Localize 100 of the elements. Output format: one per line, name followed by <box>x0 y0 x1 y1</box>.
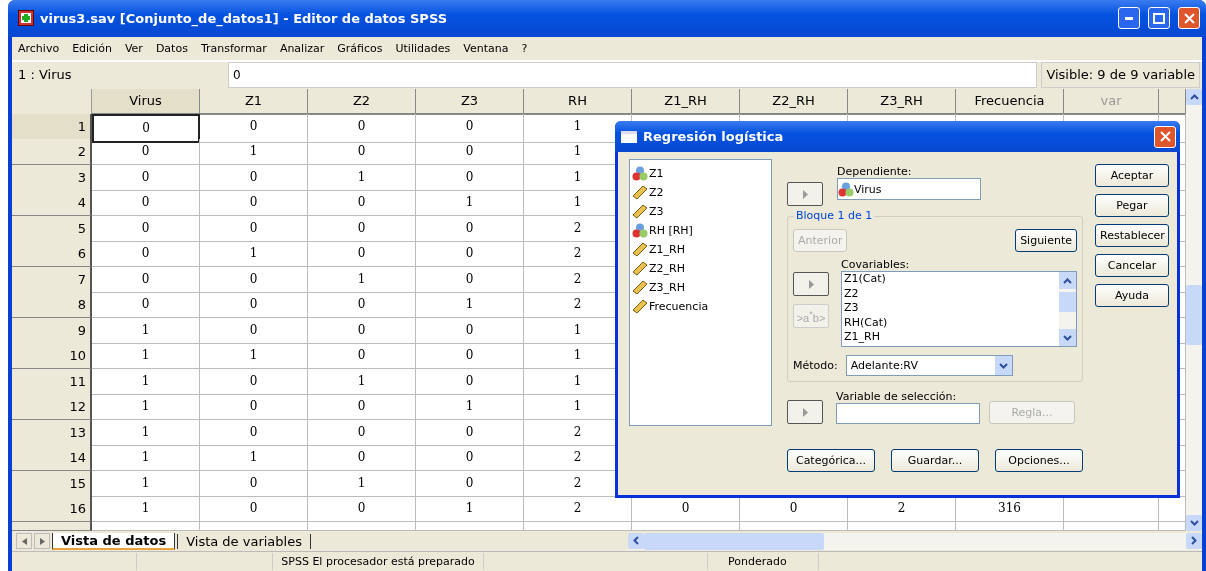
cell-value-field[interactable]: 0 <box>228 62 1038 89</box>
table-cell[interactable]: 1 <box>308 266 416 293</box>
table-cell[interactable]: 0 <box>416 445 524 472</box>
next-button[interactable]: Siguiente <box>1015 229 1077 252</box>
row-number[interactable]: 4 <box>12 190 92 217</box>
table-cell[interactable]: 1 <box>92 368 200 395</box>
empty-cell[interactable] <box>740 521 848 531</box>
table-cell[interactable]: 0 <box>308 394 416 421</box>
table-cell[interactable]: 0 <box>308 292 416 319</box>
close-button[interactable] <box>1178 7 1200 30</box>
table-cell[interactable]: 1 <box>200 445 308 472</box>
table-cell[interactable]: 0 <box>308 215 416 242</box>
table-cell[interactable]: 0 <box>308 139 416 166</box>
row-number[interactable]: 7 <box>12 266 92 293</box>
column-header[interactable]: Z3_RH <box>848 88 956 115</box>
table-cell[interactable]: 0 <box>92 139 200 166</box>
row-number[interactable]: 14 <box>12 445 92 472</box>
table-cell[interactable]: 0 <box>200 164 308 191</box>
column-header[interactable]: Z1 <box>200 88 308 115</box>
dialog-button[interactable]: Guardar... <box>891 449 979 472</box>
empty-cell[interactable] <box>308 521 416 531</box>
row-number[interactable]: 13 <box>12 419 92 446</box>
table-cell[interactable]: 1 <box>200 139 308 166</box>
table-cell[interactable]: 0 <box>416 368 524 395</box>
row-number[interactable]: 5 <box>12 215 92 242</box>
table-cell[interactable]: 0 <box>308 445 416 472</box>
table-cell[interactable]: 0 <box>200 470 308 497</box>
table-cell[interactable]: 1 <box>308 368 416 395</box>
method-dropdown[interactable]: Adelante:RV <box>845 355 1013 376</box>
table-cell[interactable]: 0 <box>92 292 200 319</box>
table-cell[interactable]: 0 <box>416 419 524 446</box>
column-header[interactable]: Z3 <box>416 88 524 115</box>
table-cell[interactable]: 0 <box>308 113 416 143</box>
list-scrollbar[interactable] <box>1059 272 1076 346</box>
maximize-button[interactable] <box>1148 7 1170 30</box>
column-header[interactable]: Z1_RH <box>632 88 740 115</box>
variable-item[interactable]: Frecuencia <box>632 297 769 316</box>
row-number[interactable]: 9 <box>12 317 92 344</box>
table-cell[interactable]: 0 <box>200 215 308 242</box>
table-cell[interactable]: 1 <box>308 164 416 191</box>
empty-cell[interactable] <box>848 521 956 531</box>
table-cell[interactable]: 1 <box>92 445 200 472</box>
move-button[interactable] <box>787 182 823 206</box>
covariate-item[interactable]: Z2 <box>844 286 1059 301</box>
menu-item[interactable]: Ventana <box>463 41 509 55</box>
vertical-scrollbar[interactable] <box>1186 88 1202 532</box>
table-cell[interactable]: 0 <box>308 496 416 523</box>
table-cell[interactable]: 0 <box>308 343 416 370</box>
table-cell[interactable]: 1 <box>92 317 200 344</box>
table-cell[interactable]: 0 <box>92 266 200 293</box>
table-cell[interactable]: 1 <box>200 241 308 268</box>
table-cell[interactable]: 0 <box>200 190 308 217</box>
variable-item[interactable]: Z2 <box>632 183 769 202</box>
empty-cell[interactable] <box>956 521 1064 531</box>
next-sheet-button[interactable] <box>34 533 50 550</box>
table-cell[interactable]: 0 <box>416 139 524 166</box>
variable-item[interactable]: Z2_RH <box>632 259 769 278</box>
close-button[interactable] <box>1154 125 1176 148</box>
table-cell[interactable]: 0 <box>416 470 524 497</box>
row-number[interactable]: 12 <box>12 394 92 421</box>
column-header[interactable]: Frecuencia <box>956 88 1064 115</box>
menu-item[interactable]: Gráficos <box>337 41 383 55</box>
empty-cell[interactable] <box>1064 521 1159 531</box>
row-number[interactable]: 6 <box>12 241 92 268</box>
scrollbar-thumb[interactable] <box>644 532 824 550</box>
table-cell[interactable]: 1 <box>92 496 200 523</box>
table-cell[interactable]: 0 <box>200 266 308 293</box>
minimize-button[interactable] <box>1118 7 1140 30</box>
column-header[interactable]: Virus <box>92 88 200 115</box>
menu-item[interactable]: Archivo <box>18 41 60 55</box>
variable-item[interactable]: Z3 <box>632 202 769 221</box>
dialog-button[interactable]: Pegar <box>1095 194 1169 217</box>
empty-cell[interactable] <box>200 521 308 531</box>
move-button[interactable] <box>793 272 829 296</box>
table-cell[interactable]: 0 <box>308 317 416 344</box>
menu-item[interactable]: Utilidades <box>395 41 451 55</box>
table-cell[interactable]: 0 <box>416 113 524 143</box>
table-cell[interactable]: 1 <box>92 343 200 370</box>
table-cell[interactable]: 0 <box>92 190 200 217</box>
table-cell[interactable]: 1 <box>416 292 524 319</box>
scrollbar-thumb[interactable] <box>1059 292 1076 312</box>
table-cell[interactable]: 0 <box>416 266 524 293</box>
table-cell[interactable]: 1 <box>308 470 416 497</box>
table-cell[interactable]: 1 <box>200 343 308 370</box>
empty-cell[interactable] <box>524 521 632 531</box>
table-cell[interactable]: 0 <box>308 419 416 446</box>
dialog-button[interactable]: Ayuda <box>1095 284 1169 307</box>
covariate-item[interactable]: Z1(Cat) <box>844 272 1059 287</box>
covariates-list[interactable]: Z1(Cat) Z2 Z3 RH(Cat) Z1_RH <box>841 271 1077 347</box>
horizontal-scrollbar[interactable] <box>628 532 1202 550</box>
variable-item[interactable]: Z3_RH <box>632 278 769 297</box>
sheet-tab[interactable]: Vista de datos <box>52 532 176 550</box>
menu-item[interactable]: Analizar <box>279 41 325 55</box>
table-cell[interactable]: 0 <box>92 113 200 143</box>
dialog-button[interactable]: Categórica... <box>787 449 875 472</box>
column-header[interactable]: Z2 <box>308 88 416 115</box>
column-header[interactable]: Z2_RH <box>740 88 848 115</box>
row-number[interactable] <box>12 521 92 531</box>
row-number[interactable]: 11 <box>12 368 92 395</box>
column-header[interactable] <box>1159 88 1186 115</box>
